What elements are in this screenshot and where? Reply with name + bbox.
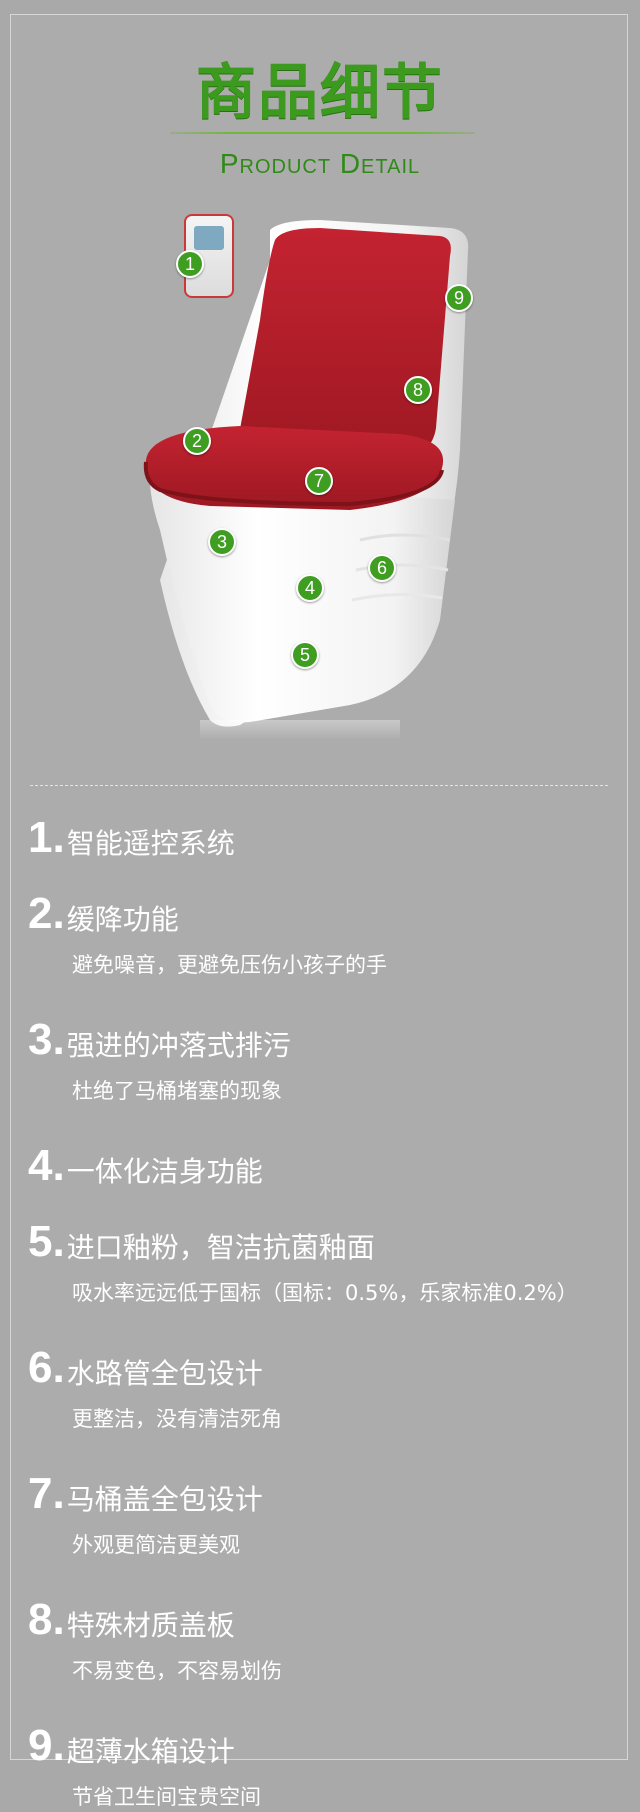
feature-number: 8.	[28, 1595, 65, 1644]
feature-number: 6.	[28, 1343, 65, 1392]
feature-item: 4. 一体化洁身功能	[28, 1136, 618, 1190]
feature-list: 1. 智能遥控系统 2. 缓降功能 避免噪音，更避免压伤小孩子的手 3. 强进的…	[28, 808, 618, 1812]
feature-title: 一体化洁身功能	[66, 1155, 263, 1188]
page-subtitle: Product Detail	[219, 148, 421, 179]
feature-item: 2. 缓降功能 避免噪音，更避免压伤小孩子的手	[28, 884, 618, 980]
feature-number: 1.	[28, 813, 65, 862]
feature-title: 智能遥控系统	[66, 827, 235, 860]
title-divider	[170, 132, 475, 134]
feature-item: 5. 进口釉粉，智洁抗菌釉面 吸水率远远低于国标（国标：0.5%，乐家标准0.2…	[28, 1212, 618, 1308]
hotspot-3[interactable]: 3	[208, 528, 236, 556]
feature-description: 更整洁，没有清洁死角	[72, 1407, 282, 1431]
feature-description: 杜绝了马桶堵塞的现象	[72, 1079, 282, 1103]
hotspot-2[interactable]: 2	[183, 427, 211, 455]
feature-item: 7. 马桶盖全包设计 外观更简洁更美观	[28, 1464, 618, 1560]
feature-title: 缓降功能	[66, 903, 179, 936]
hotspot-1[interactable]: 1	[176, 250, 204, 278]
feature-number: 2.	[28, 889, 65, 938]
feature-number: 9.	[28, 1721, 65, 1770]
feature-number: 7.	[28, 1469, 65, 1518]
feature-title: 马桶盖全包设计	[66, 1483, 263, 1516]
feature-description: 节省卫生间宝贵空间	[72, 1785, 261, 1809]
feature-item: 6. 水路管全包设计 更整洁，没有清洁死角	[28, 1338, 618, 1434]
feature-item: 8. 特殊材质盖板 不易变色，不容易划伤	[28, 1590, 618, 1686]
hotspot-8[interactable]: 8	[404, 376, 432, 404]
feature-title: 超薄水箱设计	[66, 1735, 235, 1768]
feature-title: 水路管全包设计	[66, 1357, 263, 1390]
hotspot-9[interactable]: 9	[445, 284, 473, 312]
feature-item: 1. 智能遥控系统	[28, 808, 618, 862]
feature-number: 3.	[28, 1015, 65, 1064]
feature-description: 不易变色，不容易划伤	[72, 1659, 282, 1683]
feature-description: 外观更简洁更美观	[72, 1533, 240, 1557]
section-divider	[30, 785, 608, 786]
hotspot-5[interactable]: 5	[291, 641, 319, 669]
feature-description: 吸水率远远低于国标（国标：0.5%，乐家标准0.2%）	[72, 1281, 578, 1305]
feature-item: 3. 强进的冲落式排污 杜绝了马桶堵塞的现象	[28, 1010, 618, 1106]
feature-number: 4.	[28, 1141, 65, 1190]
feature-title: 强进的冲落式排污	[66, 1029, 291, 1062]
hotspot-6[interactable]: 6	[368, 554, 396, 582]
feature-title: 特殊材质盖板	[66, 1609, 235, 1642]
feature-description: 避免噪音，更避免压伤小孩子的手	[72, 953, 387, 977]
feature-number: 5.	[28, 1217, 65, 1266]
hotspot-4[interactable]: 4	[296, 574, 324, 602]
feature-title: 进口釉粉，智洁抗菌釉面	[66, 1231, 375, 1264]
hotspot-7[interactable]: 7	[305, 467, 333, 495]
feature-item: 9. 超薄水箱设计 节省卫生间宝贵空间	[28, 1716, 618, 1812]
page-title: 商品细节	[196, 58, 444, 128]
